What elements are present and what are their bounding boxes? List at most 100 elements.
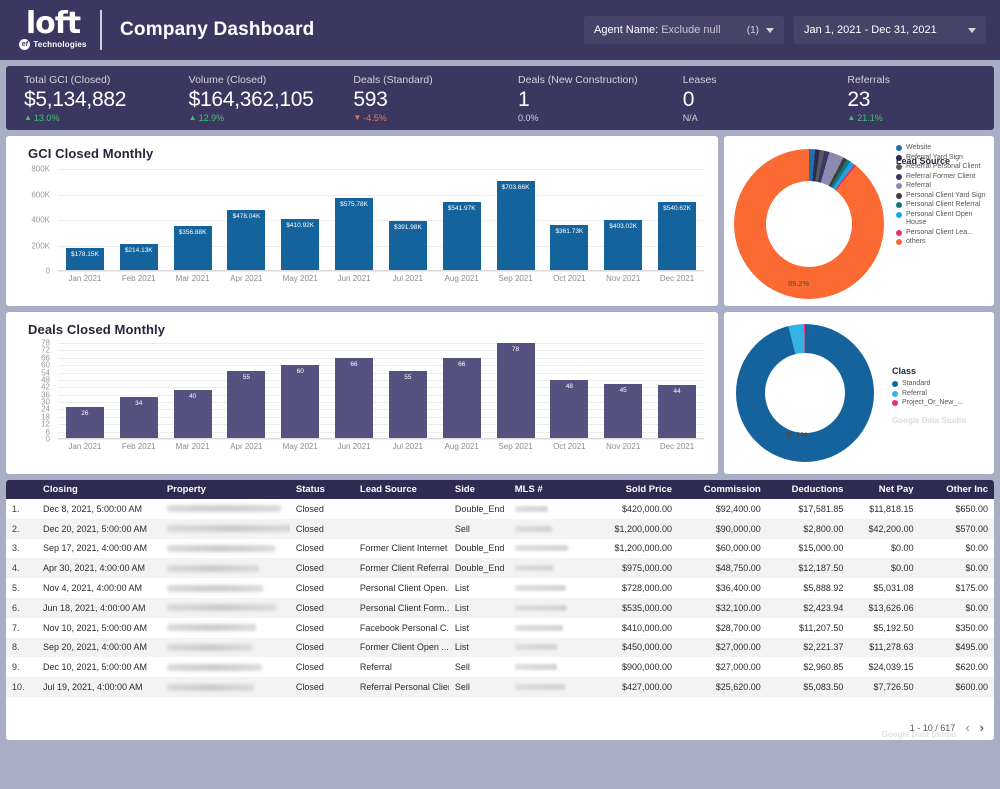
legend-label: Referral: [902, 390, 927, 399]
bar[interactable]: $703.66K: [497, 181, 535, 271]
bar[interactable]: 60: [281, 365, 319, 439]
cell-commission: $27,000.00: [678, 638, 767, 658]
legend-label: Project_Or_New_...: [902, 399, 963, 408]
gci-bar-chart[interactable]: 800K600K400K200K0$178.15K$214.13K$356.88…: [14, 169, 704, 287]
x-tick-label: May 2021: [273, 439, 327, 455]
table-row[interactable]: 10.Jul 19, 2021, 4:00:00 AMClosedReferra…: [6, 677, 994, 697]
bar-column: 78: [489, 343, 543, 439]
pagination-range: 1 - 10 / 617: [910, 723, 956, 733]
bar[interactable]: $541.97K: [443, 202, 481, 271]
bar[interactable]: $361.73K: [550, 225, 588, 271]
table-row[interactable]: 9.Dec 10, 2021, 5:00:00 AMClosedReferral…: [6, 657, 994, 677]
chevron-down-icon[interactable]: [968, 28, 976, 33]
legend-item[interactable]: Personal Client Lea...: [896, 229, 992, 238]
legend-item[interactable]: Referral Former Client: [896, 173, 992, 182]
bar[interactable]: 55: [389, 371, 427, 439]
bar[interactable]: 45: [604, 384, 642, 439]
bar[interactable]: 48: [550, 380, 588, 439]
legend-item[interactable]: Website: [896, 144, 992, 153]
x-tick-label: Sep 2021: [489, 439, 543, 455]
cell-property: [161, 578, 290, 598]
legend-item[interactable]: Personal Client Yard Sign: [896, 192, 992, 201]
legend-item[interactable]: Personal Client Referral: [896, 201, 992, 210]
bar-value-label: $478.04K: [232, 213, 260, 220]
bar[interactable]: 26: [66, 407, 104, 439]
cell-deductions: $2,423.94: [767, 598, 850, 618]
bar[interactable]: $575.78K: [335, 198, 373, 271]
col-sold-price[interactable]: Sold Price: [581, 480, 678, 499]
bar[interactable]: $410.92K: [281, 219, 319, 271]
col-lead-source[interactable]: Lead Source: [354, 480, 449, 499]
agent-name-filter[interactable]: Agent Name: Exclude null (1): [584, 16, 784, 44]
cell-status: Closed: [290, 519, 354, 539]
logo-badge-icon: ef: [19, 39, 30, 50]
donut-percent-label: 89.2%: [788, 279, 809, 288]
x-axis: Jan 2021Feb 2021Mar 2021Apr 2021May 2021…: [58, 438, 704, 455]
table-row[interactable]: 7.Nov 10, 2021, 5:00:00 AMClosedFacebook…: [6, 618, 994, 638]
bar[interactable]: 34: [120, 397, 158, 439]
table-row[interactable]: 8.Sep 20, 2021, 4:00:00 AMClosedFormer C…: [6, 638, 994, 658]
table-row[interactable]: 5.Nov 4, 2021, 4:00:00 AMClosedPersonal …: [6, 578, 994, 598]
bar[interactable]: $478.04K: [227, 210, 265, 271]
bar[interactable]: $391.98K: [389, 221, 427, 271]
bar[interactable]: $356.88K: [174, 226, 212, 272]
col-index[interactable]: [6, 480, 37, 499]
bar[interactable]: $178.15K: [66, 248, 104, 271]
legend-title: Class: [892, 366, 916, 376]
legend-item[interactable]: Personal Client Open House: [896, 211, 992, 228]
bar[interactable]: 44: [658, 385, 696, 439]
donut-ring[interactable]: [736, 324, 874, 462]
col-commission[interactable]: Commission: [678, 480, 767, 499]
legend-item[interactable]: Referral: [892, 390, 990, 399]
chart-legend: Lead SourceWebsiteReferral Yard SignRefe…: [896, 144, 992, 248]
agent-filter-value: Exclude null: [661, 24, 720, 36]
bar[interactable]: $403.02K: [604, 220, 642, 271]
x-tick-label: May 2021: [273, 271, 327, 287]
x-tick-label: Jul 2021: [381, 439, 435, 455]
deals-bar-chart[interactable]: 7872666054484236302418126026344055606655…: [14, 343, 704, 455]
table-body: 1.Dec 8, 2021, 5:00:00 AMClosedDouble_En…: [6, 499, 994, 697]
bar[interactable]: 78: [497, 343, 535, 439]
table-row[interactable]: 1.Dec 8, 2021, 5:00:00 AMClosedDouble_En…: [6, 499, 994, 519]
legend-color-swatch: [896, 212, 902, 218]
app-header: loft ef Technologies Company Dashboard A…: [0, 0, 1000, 60]
cell-sold-price: $975,000.00: [581, 558, 678, 578]
cell-sold-price: $410,000.00: [581, 618, 678, 638]
col-side[interactable]: Side: [449, 480, 509, 499]
x-tick-label: Jan 2021: [58, 271, 112, 287]
table-pagination: 1 - 10 / 617 ‹ ›: [910, 722, 984, 734]
col-deductions[interactable]: Deductions: [767, 480, 850, 499]
legend-item[interactable]: Project_Or_New_...: [892, 399, 990, 408]
col-closing[interactable]: Closing: [37, 480, 161, 499]
pagination-next-button[interactable]: ›: [980, 722, 984, 734]
bar[interactable]: $540.62K: [658, 202, 696, 271]
col-other-inc[interactable]: Other Inc: [920, 480, 994, 499]
bar[interactable]: 66: [443, 358, 481, 439]
cell-net-pay: $5,031.08: [849, 578, 919, 598]
kpi-card-2: Deals (Standard)593▼-4.5%: [335, 74, 500, 130]
y-tick-label: 200K: [31, 241, 50, 250]
chevron-down-icon[interactable]: [766, 28, 774, 33]
table-row[interactable]: 3.Sep 17, 2021, 4:00:00 AMClosedFormer C…: [6, 539, 994, 559]
table-row[interactable]: 2.Dec 20, 2021, 5:00:00 AMClosedSell$1,2…: [6, 519, 994, 539]
pagination-prev-button[interactable]: ‹: [965, 722, 969, 734]
bar[interactable]: 55: [227, 371, 265, 439]
bar[interactable]: 40: [174, 390, 212, 439]
legend-item[interactable]: Standard: [892, 380, 990, 389]
bar[interactable]: $214.13K: [120, 244, 158, 271]
col-property[interactable]: Property: [161, 480, 290, 499]
date-range-filter[interactable]: Jan 1, 2021 - Dec 31, 2021: [794, 16, 986, 44]
col-status[interactable]: Status: [290, 480, 354, 499]
cell-closing: Jul 19, 2021, 4:00:00 AM: [37, 677, 161, 697]
legend-item[interactable]: others: [896, 238, 992, 247]
cell-status: Closed: [290, 657, 354, 677]
kpi-value: $164,362,105: [189, 88, 336, 112]
table-row[interactable]: 6.Jun 18, 2021, 4:00:00 AMClosedPersonal…: [6, 598, 994, 618]
col-net-pay[interactable]: Net Pay: [849, 480, 919, 499]
col-mls[interactable]: MLS #: [509, 480, 581, 499]
donut-ring[interactable]: [734, 149, 884, 299]
legend-item[interactable]: Referral: [896, 182, 992, 191]
cell-other-inc: $600.00: [920, 677, 994, 697]
table-row[interactable]: 4.Apr 30, 2021, 4:00:00 AMClosedFormer C…: [6, 558, 994, 578]
bar[interactable]: 66: [335, 358, 373, 439]
